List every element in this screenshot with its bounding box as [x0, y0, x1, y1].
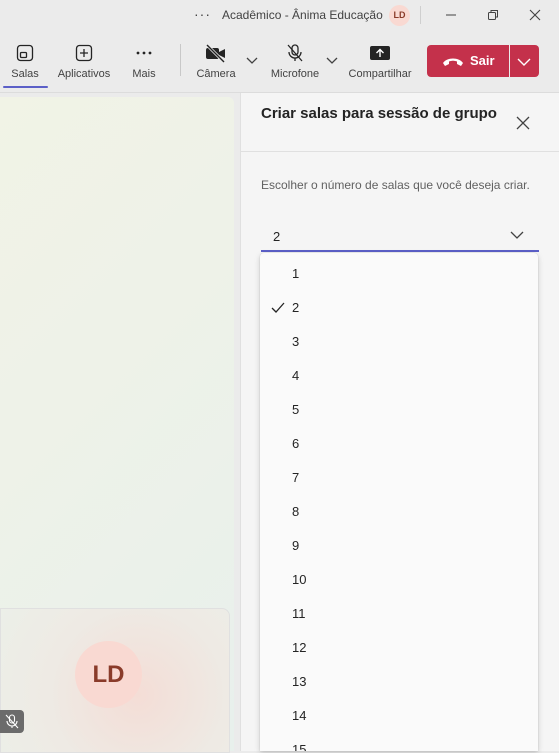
microphone-off-icon	[287, 44, 303, 62]
title-bar-divider	[420, 6, 421, 24]
panel-title: Criar salas para sessão de grupo	[261, 105, 497, 122]
leave-label: Sair	[470, 53, 495, 68]
dropdown-option[interactable]: 8	[260, 495, 538, 529]
dropdown-option-label: 5	[292, 402, 300, 417]
camera-options-button[interactable]	[243, 31, 261, 92]
chevron-down-icon	[326, 57, 338, 64]
dropdown-option[interactable]: 5	[260, 393, 538, 427]
camera-button[interactable]: Câmera	[194, 31, 238, 92]
dropdown-option[interactable]: 15	[260, 733, 538, 751]
camera-label: Câmera	[196, 68, 236, 80]
apps-button[interactable]: Aplicativos	[54, 31, 114, 92]
more-label: Mais	[132, 68, 156, 80]
close-panel-button[interactable]	[514, 114, 532, 132]
dropdown-option-label: 7	[292, 470, 300, 485]
dropdown-option-label: 15	[292, 742, 307, 751]
add-app-icon	[75, 44, 93, 62]
dropdown-option[interactable]: 14	[260, 699, 538, 733]
chevron-down-icon	[246, 57, 258, 64]
participant-avatar: LD	[75, 641, 142, 708]
panel-description: Escolher o número de salas que você dese…	[261, 178, 530, 192]
hang-up-icon	[443, 58, 463, 66]
chevron-down-icon	[510, 231, 524, 239]
restore-button[interactable]	[482, 4, 504, 26]
share-label: Compartilhar	[348, 68, 412, 80]
checkmark-icon	[271, 302, 285, 313]
dropdown-option-label: 6	[292, 436, 300, 451]
microphone-off-icon	[5, 714, 19, 729]
dropdown-option-label: 2	[292, 300, 300, 315]
dropdown-option[interactable]: 13	[260, 665, 538, 699]
microphone-label: Microfone	[270, 68, 320, 80]
profile-avatar[interactable]: LD	[389, 5, 410, 26]
more-button[interactable]: Mais	[124, 31, 164, 92]
dropdown-option-label: 8	[292, 504, 300, 519]
dropdown-option-label: 3	[292, 334, 300, 349]
room-count-select[interactable]: 2	[261, 224, 539, 252]
microphone-button[interactable]: Microfone	[268, 31, 322, 92]
dropdown-option[interactable]: 2	[260, 291, 538, 325]
dropdown-option-label: 14	[292, 708, 307, 723]
minimize-button[interactable]	[440, 4, 462, 26]
restore-icon	[488, 10, 498, 20]
dropdown-option[interactable]: 11	[260, 597, 538, 631]
room-count-dropdown: 1 2 3 4 5 6 7 8 9 10 11 12 13 14 15	[260, 253, 538, 751]
dropdown-option[interactable]: 10	[260, 563, 538, 597]
share-screen-icon	[370, 46, 390, 60]
dropdown-option-label: 9	[292, 538, 300, 553]
apps-label: Aplicativos	[57, 68, 111, 80]
dropdown-option-label: 10	[292, 572, 307, 587]
dropdown-option[interactable]: 4	[260, 359, 538, 393]
leave-button[interactable]: Sair	[427, 45, 509, 77]
muted-badge	[0, 710, 24, 733]
dropdown-option[interactable]: 1	[260, 257, 538, 291]
title-bar: ··· Acadêmico - Ânima Educação LD	[0, 0, 559, 31]
window-title: Acadêmico - Ânima Educação	[222, 8, 383, 22]
dropdown-option-label: 1	[292, 266, 300, 281]
room-count-value: 2	[273, 229, 281, 244]
close-window-button[interactable]	[524, 4, 546, 26]
dropdown-option-label: 4	[292, 368, 300, 383]
close-icon	[516, 116, 530, 130]
more-options-icon[interactable]: ···	[194, 6, 211, 22]
dropdown-option[interactable]: 6	[260, 427, 538, 461]
minimize-icon	[446, 14, 456, 16]
dropdown-option-label: 12	[292, 640, 307, 655]
more-icon	[136, 51, 152, 55]
dropdown-option[interactable]: 12	[260, 631, 538, 665]
dropdown-option-label: 13	[292, 674, 307, 689]
dropdown-option[interactable]: 3	[260, 325, 538, 359]
panel-divider	[241, 151, 559, 152]
dropdown-option[interactable]: 9	[260, 529, 538, 563]
breakout-rooms-icon	[16, 44, 34, 62]
dropdown-option[interactable]: 7	[260, 461, 538, 495]
active-tab-indicator	[3, 86, 48, 88]
share-button[interactable]: Compartilhar	[346, 31, 414, 92]
toolbar-divider	[180, 44, 181, 76]
rooms-button[interactable]: Salas	[0, 31, 50, 92]
chevron-down-icon	[517, 58, 531, 66]
camera-off-icon	[205, 43, 226, 63]
microphone-options-button[interactable]	[323, 31, 341, 92]
leave-options-button[interactable]	[510, 45, 539, 77]
rooms-label: Salas	[11, 68, 39, 80]
dropdown-option-label: 11	[292, 606, 306, 621]
close-icon	[529, 9, 541, 21]
